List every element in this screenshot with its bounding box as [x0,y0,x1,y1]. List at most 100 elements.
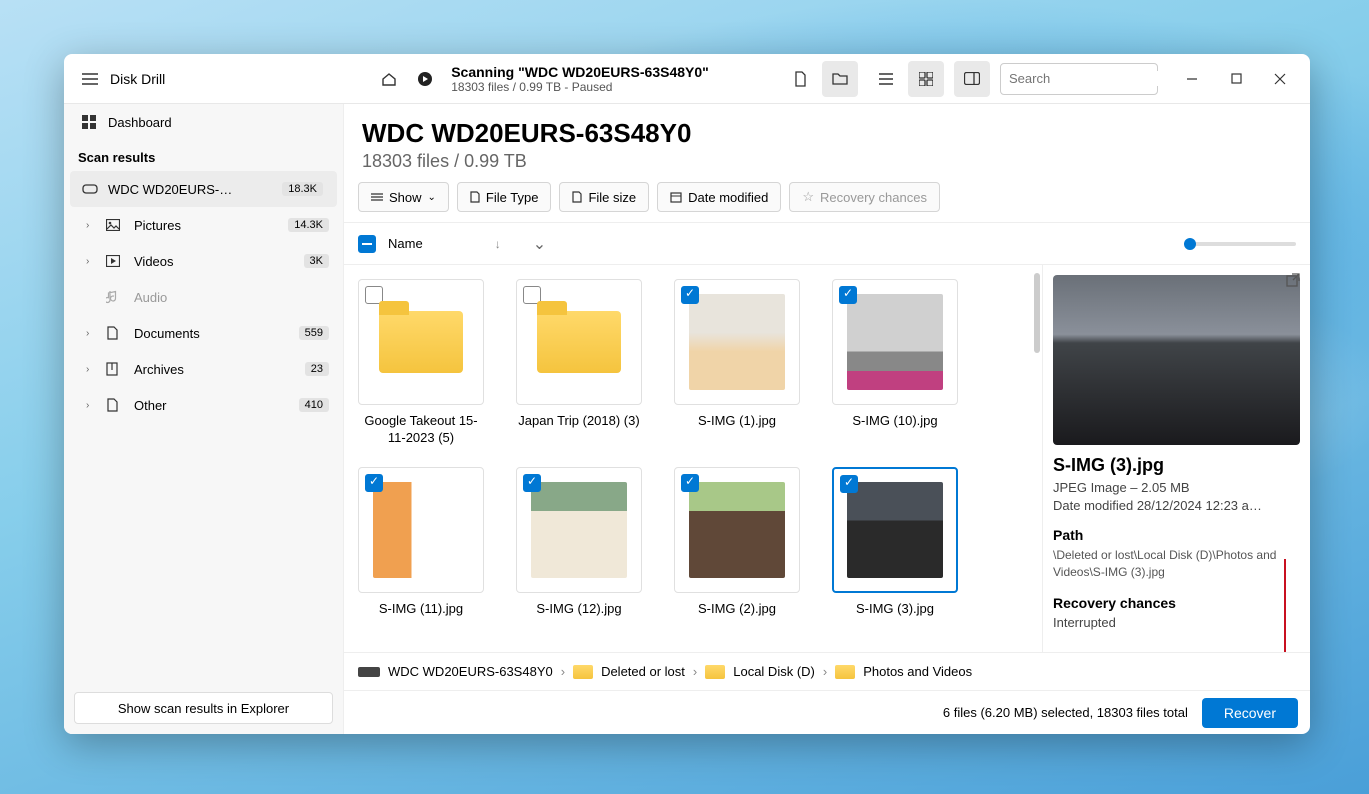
file-card[interactable]: S-IMG (10).jpg [832,279,958,447]
sidebar-item-dashboard[interactable]: Dashboard [64,104,343,140]
sidebar-item-videos[interactable]: › Videos 3K [64,243,343,279]
page-title: WDC WD20EURS-63S48Y0 [362,118,1292,149]
count-badge: 18.3K [282,182,323,196]
breadcrumb-item[interactable]: WDC WD20EURS-63S48Y0 [388,664,553,679]
details-recovery-value: Interrupted [1053,615,1300,630]
menu-icon[interactable] [72,61,108,97]
chevron-right-icon: › [693,664,697,679]
titlebar: Disk Drill Scanning "WDC WD20EURS-63S48Y… [64,54,1310,104]
breadcrumb-item[interactable]: Photos and Videos [863,664,972,679]
select-all-checkbox[interactable] [358,235,376,253]
file-thumbnail[interactable] [674,467,800,593]
image-thumbnail [689,294,785,390]
file-checkbox[interactable] [681,286,699,304]
count-badge: 559 [299,326,329,340]
sidebar-item-label: Pictures [134,218,181,233]
file-card[interactable]: S-IMG (2).jpg [674,467,800,618]
calendar-icon [670,191,682,203]
archives-icon [106,362,122,376]
file-label: S-IMG (10).jpg [832,413,958,430]
show-in-explorer-button[interactable]: Show scan results in Explorer [74,692,333,724]
filter-recovery-button[interactable]: ☆ Recovery chances [789,182,940,212]
folder-icon [379,311,463,373]
minimize-button[interactable] [1170,61,1214,97]
file-checkbox[interactable] [840,475,858,493]
close-button[interactable] [1258,61,1302,97]
view-files-icon[interactable] [782,61,818,97]
file-grid: Google Takeout 15-11-2023 (5) Japan Trip … [344,265,1032,652]
maximize-button[interactable] [1214,61,1258,97]
view-grid-icon[interactable] [908,61,944,97]
chevron-right-icon: › [86,256,89,267]
chevron-down-icon[interactable]: ⌄ [533,234,546,254]
file-thumbnail[interactable] [674,279,800,405]
search-input[interactable] [1000,63,1158,95]
file-thumbnail[interactable] [516,279,642,405]
file-card[interactable]: Google Takeout 15-11-2023 (5) [358,279,484,447]
filter-filesize-button[interactable]: File size [559,182,649,212]
file-label: S-IMG (1).jpg [674,413,800,430]
sidebar-item-other[interactable]: › Other 410 [64,387,343,423]
details-path: \Deleted or lost\Local Disk (D)\Photos a… [1053,547,1300,581]
filter-filetype-button[interactable]: File Type [457,182,552,212]
file-card[interactable]: S-IMG (3).jpg [832,467,958,618]
chevron-down-icon: ⌄ [428,192,436,203]
count-badge: 23 [305,362,329,376]
home-icon[interactable] [371,61,407,97]
file-thumbnail[interactable] [358,279,484,405]
file-label: Japan Trip (2018) (3) [516,413,642,430]
file-card[interactable]: S-IMG (1).jpg [674,279,800,447]
view-folders-icon[interactable] [822,61,858,97]
sidebar-item-label: Other [134,398,167,413]
image-thumbnail [847,294,943,390]
footer: 6 files (6.20 MB) selected, 18303 files … [344,690,1310,734]
sidebar-item-documents[interactable]: › Documents 559 [64,315,343,351]
filter-show-button[interactable]: Show ⌄ [358,182,449,212]
popout-icon[interactable] [1286,273,1300,287]
breadcrumb-item[interactable]: Local Disk (D) [733,664,815,679]
details-meta: JPEG Image – 2.05 MB [1053,480,1300,495]
main-panel: WDC WD20EURS-63S48Y0 18303 files / 0.99 … [344,104,1310,734]
breadcrumb-item[interactable]: Deleted or lost [601,664,685,679]
file-thumbnail[interactable] [516,467,642,593]
file-checkbox[interactable] [365,474,383,492]
view-list-icon[interactable] [868,61,904,97]
column-name[interactable]: Name [388,236,423,251]
sidebar: Dashboard Scan results WDC WD20EURS-63S4… [64,104,344,734]
scrollbar[interactable] [1032,265,1042,652]
chevron-right-icon: › [86,364,89,375]
image-thumbnail [847,482,943,578]
file-checkbox[interactable] [839,286,857,304]
sidebar-item-drive[interactable]: WDC WD20EURS-63S4… 18.3K [70,171,337,207]
file-checkbox[interactable] [681,474,699,492]
scan-pause-icon[interactable] [407,61,443,97]
sidebar-item-archives[interactable]: › Archives 23 [64,351,343,387]
drive-icon [82,184,98,194]
file-card[interactable]: Japan Trip (2018) (3) [516,279,642,447]
file-thumbnail[interactable] [832,279,958,405]
app-window: Disk Drill Scanning "WDC WD20EURS-63S48Y… [64,54,1310,734]
drive-icon [358,667,380,677]
file-checkbox[interactable] [523,474,541,492]
recover-button[interactable]: Recover [1202,698,1298,728]
thumbnail-size-slider[interactable] [1186,242,1296,246]
file-thumbnail[interactable] [358,467,484,593]
filter-bar: Show ⌄ File Type File size Date modified… [344,182,1310,223]
details-date: Date modified 28/12/2024 12:23 a… [1053,498,1300,513]
search-field[interactable] [1009,71,1185,86]
sort-arrow-icon[interactable]: ↓ [495,237,501,251]
chevron-right-icon: › [86,400,89,411]
toggle-panel-icon[interactable] [954,61,990,97]
filter-datemodified-button[interactable]: Date modified [657,182,781,212]
sidebar-item-label: Dashboard [108,115,172,130]
file-card[interactable]: S-IMG (11).jpg [358,467,484,618]
file-card[interactable]: S-IMG (12).jpg [516,467,642,618]
file-icon [470,191,480,203]
folder-icon [705,665,725,679]
sidebar-item-label: Audio [134,290,167,305]
sliders-icon [371,192,383,202]
app-name: Disk Drill [110,71,165,87]
sidebar-item-audio[interactable]: Audio [64,279,343,315]
sidebar-item-pictures[interactable]: › Pictures 14.3K [64,207,343,243]
file-thumbnail[interactable] [832,467,958,593]
